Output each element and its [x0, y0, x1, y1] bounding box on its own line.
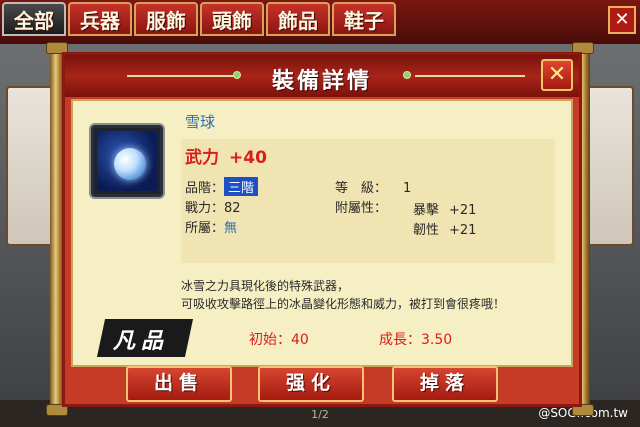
tier-value: 三階	[224, 177, 259, 196]
sell-button[interactable]: 出售	[126, 366, 232, 402]
attr-label: 附屬性：	[335, 201, 388, 216]
grade-text: 凡品	[113, 328, 170, 354]
item-description: 冰雪之力具現化後的特殊武器， 可吸收攻擊路徑上的冰晶變化形態和威力，被打到會很疼…	[181, 277, 561, 313]
tab-accessories[interactable]: 飾品	[266, 2, 330, 36]
level-value: 1	[403, 181, 412, 196]
tab-headwear[interactable]: 頭飾	[200, 2, 264, 36]
equipment-detail-dialog: 裝備詳情 ✕ 雪球 武力 +40 品階： 三階 戰力：82 所屬：無 等 級： 1	[62, 52, 582, 407]
tier-label: 品階：	[185, 181, 225, 196]
grade-bar: 凡品 初始：40 成長：3.50	[73, 311, 571, 363]
item-name: 雪球	[185, 113, 216, 131]
tab-shoes[interactable]: 鞋子	[332, 2, 396, 36]
growth-value: 成長：3.50	[379, 332, 453, 348]
inventory-close-icon[interactable]: ✕	[608, 6, 636, 34]
level-label: 等 級：	[335, 181, 388, 196]
close-button[interactable]: ✕	[541, 59, 573, 91]
power-row: 戰力：82	[185, 197, 241, 216]
attr-row-toughness: 韌性 +21	[413, 219, 476, 238]
attack-label: 武力	[185, 148, 219, 168]
attack-stat: 武力 +40	[185, 143, 267, 168]
tab-weapons[interactable]: 兵器	[68, 2, 132, 36]
item-detail-panel: 雪球 武力 +40 品階： 三階 戰力：82 所屬：無 等 級： 1 附屬性： 暴擊 +…	[71, 99, 573, 367]
category-tabs: 全部 兵器 服飾 頭飾 飾品 鞋子	[0, 2, 396, 38]
owner-label: 所屬：	[185, 221, 225, 236]
drop-button[interactable]: 掉落	[392, 366, 498, 402]
attr-value: +21	[449, 203, 477, 218]
initial-value: 初始：40	[249, 332, 309, 348]
enhance-button[interactable]: 强化	[258, 366, 364, 402]
attr-row-crit: 暴擊 +21	[413, 199, 476, 218]
tier-row: 品階： 三階	[185, 177, 259, 196]
attr-value: +21	[449, 223, 477, 238]
attr-name: 韌性	[413, 223, 440, 238]
snowball-icon	[97, 131, 157, 191]
tab-clothing[interactable]: 服飾	[134, 2, 198, 36]
owner-value: 無	[224, 221, 238, 236]
attack-value: +40	[229, 148, 267, 168]
description-line: 冰雪之力具現化後的特殊武器，	[181, 279, 350, 293]
close-icon: ✕	[547, 62, 567, 87]
dialog-title: 裝備詳情	[271, 69, 372, 94]
level-row: 等 級： 1	[335, 177, 411, 196]
owner-row: 所屬：無	[185, 217, 237, 236]
power-value: 82	[224, 201, 241, 216]
power-label: 戰力：	[185, 201, 225, 216]
tab-all[interactable]: 全部	[2, 2, 66, 36]
item-icon-frame	[91, 125, 163, 197]
stat-block: 武力 +40 品階： 三階 戰力：82 所屬：無 等 級： 1 附屬性： 暴擊 +21 …	[181, 139, 555, 263]
attr-name: 暴擊	[413, 203, 440, 218]
dialog-title-bar: 裝備詳情 ✕	[65, 55, 579, 97]
